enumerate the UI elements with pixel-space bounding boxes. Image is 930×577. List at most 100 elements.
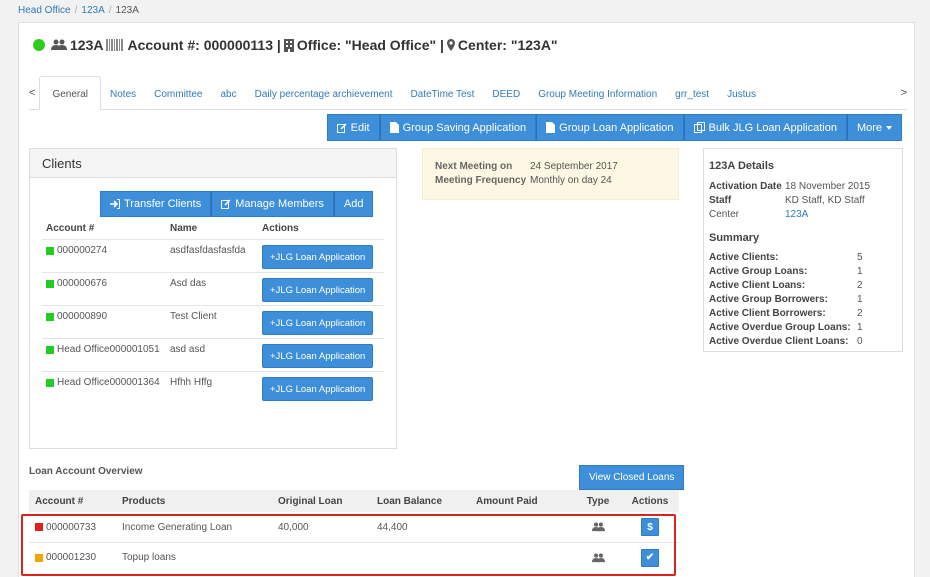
- col-type: Type: [586, 495, 610, 507]
- file-icon: [389, 122, 399, 133]
- tab-datetime-test[interactable]: DateTime Test: [401, 75, 483, 109]
- activation-date-value: 18 November 2015: [785, 181, 871, 192]
- table-row: 000000274 asdfasfdasfasfda +JLG Loan App…: [42, 239, 384, 272]
- col-products: Products: [122, 495, 166, 507]
- client-account-link[interactable]: 000000274: [57, 245, 107, 256]
- tab-general[interactable]: General: [39, 76, 102, 110]
- tab-committee[interactable]: Committee: [145, 75, 211, 109]
- view-closed-loans-button[interactable]: View Closed Loans: [579, 465, 685, 490]
- tab-notes[interactable]: Notes: [101, 75, 145, 109]
- bulk-jlg-loan-application-button[interactable]: Bulk JLG Loan Application: [683, 114, 847, 141]
- status-square-icon: [46, 345, 54, 354]
- center-link[interactable]: 123A: [785, 209, 808, 223]
- summary-value: 0: [857, 336, 863, 347]
- barcode-icon: [106, 39, 124, 51]
- account-number: Account #: 000000113 |: [127, 37, 281, 53]
- clients-title: Clients: [30, 149, 396, 178]
- jlg-loan-application-button[interactable]: +JLG Loan Application: [262, 344, 374, 368]
- col-original-loan: Original Loan: [278, 495, 343, 507]
- more-dropdown-button[interactable]: More: [846, 114, 902, 141]
- transfer-clients-button[interactable]: Transfer Clients: [100, 191, 212, 217]
- client-name: Test Client: [170, 311, 217, 322]
- edit-icon: [221, 199, 231, 209]
- client-name: asd asd: [170, 344, 206, 355]
- client-account-cell: 000000274: [42, 245, 170, 256]
- col-actions: Actions: [262, 223, 299, 234]
- col-actions: Actions: [631, 495, 669, 507]
- tab-next-arrow[interactable]: >: [897, 87, 907, 109]
- details-title: 123A Details: [709, 160, 775, 172]
- breadcrumb-current: 123A: [115, 5, 139, 16]
- breadcrumb-head-office[interactable]: Head Office: [18, 5, 71, 16]
- edit-button[interactable]: Edit: [326, 114, 380, 141]
- page-title: 123A Account #: 000000113 | Office: "Hea…: [33, 37, 558, 53]
- tab-prev-arrow[interactable]: <: [29, 87, 39, 109]
- group-actions: Edit Group Saving Application Group Loan…: [326, 114, 902, 141]
- tab-abc[interactable]: abc: [212, 75, 246, 109]
- tab-group-meeting-info[interactable]: Group Meeting Information: [529, 75, 666, 109]
- group-panel: 123A Account #: 000000113 | Office: "Hea…: [18, 22, 915, 577]
- client-name: asdfasfdasfasfda: [170, 245, 246, 256]
- group-name: 123A: [70, 37, 104, 53]
- highlight-box: [21, 514, 676, 576]
- summary-label: Active Client Loans:: [709, 280, 806, 291]
- jlg-loan-application-button[interactable]: +JLG Loan Application: [262, 245, 374, 269]
- status-square-icon: [46, 246, 54, 255]
- status-square-icon: [46, 279, 54, 288]
- tab-bar: < General Notes Committee abc Daily perc…: [29, 76, 907, 110]
- client-account-link[interactable]: Head Office000001364: [57, 377, 160, 388]
- summary-value: 5: [857, 252, 863, 263]
- tab-justus[interactable]: Justus: [718, 75, 765, 109]
- clients-panel: Clients Transfer Clients Manage Members …: [29, 148, 397, 449]
- breadcrumb: Head Office/123A/123A: [18, 5, 139, 16]
- jlg-loan-application-button[interactable]: +JLG Loan Application: [262, 311, 374, 335]
- clients-table: Account # Name Actions 000000274 asdfasf…: [42, 221, 384, 404]
- client-account-link[interactable]: Head Office000001051: [57, 344, 160, 355]
- jlg-loan-application-button[interactable]: +JLG Loan Application: [262, 377, 374, 401]
- table-row: Head Office000001364 Hfhh Hffg +JLG Loan…: [42, 371, 384, 404]
- add-client-button[interactable]: Add: [333, 191, 374, 217]
- summary-label: Active Group Borrowers:: [709, 294, 828, 305]
- summary-label: Active Client Borrowers:: [709, 308, 826, 319]
- group-icon: [51, 39, 67, 50]
- edit-label: Edit: [350, 121, 370, 134]
- loan-overview-title: Loan Account Overview: [29, 466, 143, 477]
- clients-actions: Transfer Clients Manage Members Add: [100, 191, 374, 217]
- meeting-frequency-label: Meeting Frequency: [435, 175, 527, 186]
- caret-down-icon: [886, 125, 892, 130]
- client-account-cell: 000000890: [42, 311, 170, 322]
- copy-icon: [693, 122, 705, 133]
- meeting-info: Next Meeting on 24 September 2017 Meeting…: [422, 148, 679, 200]
- tab-grr-test[interactable]: grr_test: [666, 75, 718, 109]
- staff-value: KD Staff, KD Staff: [785, 195, 865, 206]
- next-meeting-label: Next Meeting on: [435, 161, 513, 172]
- group-loan-application-button[interactable]: Group Loan Application: [536, 114, 684, 141]
- jlg-loan-application-button[interactable]: +JLG Loan Application: [262, 278, 374, 302]
- client-name: Asd das: [170, 278, 207, 289]
- building-icon: [283, 38, 294, 52]
- loan-table-header: Account # Products Original Loan Loan Ba…: [29, 490, 679, 512]
- group-saving-application-button[interactable]: Group Saving Application: [379, 114, 537, 141]
- more-label: More: [856, 121, 882, 134]
- bulk-jlg-label: Bulk JLG Loan Application: [708, 121, 837, 134]
- summary-label: Active Group Loans:: [709, 266, 808, 277]
- center-name: Center: "123A": [457, 37, 558, 53]
- group-details-panel: 123A Details Activation Date 18 November …: [703, 148, 903, 352]
- tab-deed[interactable]: DEED: [483, 75, 529, 109]
- breadcrumb-center[interactable]: 123A: [81, 5, 104, 16]
- transfer-clients-label: Transfer Clients: [124, 198, 202, 210]
- summary-value: 2: [857, 280, 863, 291]
- summary-label: Active Overdue Group Loans:: [709, 322, 851, 333]
- client-name: Hfhh Hffg: [170, 377, 213, 388]
- status-active-icon: [33, 39, 45, 51]
- summary-title: Summary: [709, 232, 760, 244]
- tab-daily-percentage[interactable]: Daily percentage archievement: [246, 75, 402, 109]
- manage-members-button[interactable]: Manage Members: [211, 191, 334, 217]
- client-account-link[interactable]: 000000676: [57, 278, 107, 289]
- sign-in-icon: [110, 199, 120, 209]
- summary-value: 1: [857, 322, 863, 333]
- summary-label: Active Clients:: [709, 252, 779, 263]
- client-account-link[interactable]: 000000890: [57, 311, 107, 322]
- col-amount-paid: Amount Paid: [476, 495, 538, 507]
- meeting-frequency-value: Monthly on day 24: [530, 175, 612, 186]
